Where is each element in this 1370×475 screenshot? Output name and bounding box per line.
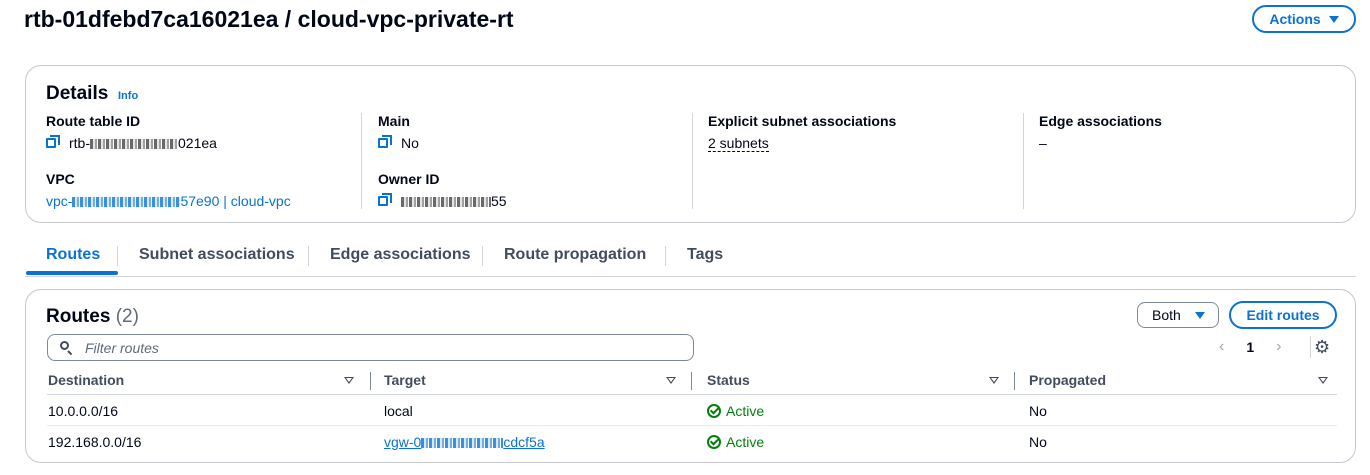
column-divider bbox=[692, 113, 693, 209]
column-header-status[interactable]: Status bbox=[707, 372, 750, 388]
details-col-4: Edge associations – bbox=[1039, 113, 1162, 151]
column-header-target[interactable]: Target bbox=[384, 372, 426, 388]
routes-count: (2) bbox=[115, 306, 139, 327]
tab-divider bbox=[117, 246, 118, 266]
main-value: No bbox=[378, 135, 507, 151]
target-link[interactable]: vgw-0 cdcf5a bbox=[384, 434, 545, 450]
table-header: Destination Target Status Propagated bbox=[47, 370, 1337, 395]
edit-routes-button[interactable]: Edit routes bbox=[1229, 301, 1337, 329]
tab-divider bbox=[308, 246, 309, 266]
routes-panel: Routes (2) Both Edit routes ‹ 1 › ⚙ Dest… bbox=[25, 289, 1356, 463]
copy-icon[interactable] bbox=[378, 193, 394, 209]
column-header-propagated[interactable]: Propagated bbox=[1029, 372, 1106, 388]
edge-associations-label: Edge associations bbox=[1039, 113, 1162, 129]
details-col-3: Explicit subnet associations 2 subnets bbox=[708, 113, 896, 152]
tab-edge-associations[interactable]: Edge associations bbox=[330, 246, 471, 264]
tab-route-propagation[interactable]: Route propagation bbox=[504, 246, 646, 264]
redacted-text bbox=[72, 197, 181, 208]
target-cell: local bbox=[384, 403, 413, 419]
routes-heading: Routes (2) bbox=[46, 306, 139, 327]
tab-divider bbox=[482, 246, 483, 266]
tab-routes[interactable]: Routes bbox=[46, 246, 100, 264]
sort-icon[interactable] bbox=[666, 377, 676, 384]
column-header-destination[interactable]: Destination bbox=[48, 372, 124, 388]
search-icon bbox=[60, 341, 73, 354]
column-resizer[interactable] bbox=[691, 372, 692, 390]
vpc-link[interactable]: vpc- 57e90 | cloud-vpc bbox=[46, 193, 291, 209]
vpc-label: VPC bbox=[46, 171, 75, 187]
edge-associations-value: – bbox=[1039, 135, 1047, 151]
status-cell: Active bbox=[707, 434, 764, 450]
status-check-icon bbox=[707, 404, 721, 418]
propagated-cell: No bbox=[1029, 403, 1047, 419]
caret-down-icon bbox=[1328, 15, 1339, 23]
owner-id-value: 55 bbox=[378, 193, 507, 209]
redacted-text bbox=[421, 438, 504, 449]
caret-down-icon bbox=[1194, 311, 1205, 319]
propagated-cell: No bbox=[1029, 434, 1047, 450]
sort-icon[interactable] bbox=[989, 377, 999, 384]
actions-label: Actions bbox=[1269, 11, 1321, 27]
tab-tags[interactable]: Tags bbox=[687, 246, 723, 264]
tab-divider bbox=[665, 246, 666, 266]
details-heading: Details bbox=[46, 83, 109, 104]
explicit-subnet-label: Explicit subnet associations bbox=[708, 113, 897, 129]
chevron-right-icon[interactable]: › bbox=[1276, 338, 1281, 356]
route-table-id-label: Route table ID bbox=[46, 113, 141, 129]
tab-subnet-associations[interactable]: Subnet associations bbox=[139, 246, 295, 264]
route-filter-select-value: Both bbox=[1152, 307, 1181, 323]
details-col-2: Main No Owner ID 55 bbox=[378, 113, 507, 209]
owner-id-label: Owner ID bbox=[378, 171, 440, 187]
main-label: Main bbox=[378, 113, 410, 129]
column-divider bbox=[361, 113, 362, 209]
column-resizer[interactable] bbox=[1014, 372, 1015, 390]
explicit-subnet-value[interactable]: 2 subnets bbox=[708, 135, 769, 152]
redacted-text bbox=[401, 197, 491, 208]
copy-icon[interactable] bbox=[378, 135, 394, 151]
pagination: ‹ 1 › bbox=[1219, 338, 1281, 356]
page-title: rtb-01dfebd7ca16021ea / cloud-vpc-privat… bbox=[24, 6, 514, 32]
details-col-1: Route table ID rtb- 021ea VPC vpc- 57e90 |… bbox=[46, 113, 291, 209]
page-number[interactable]: 1 bbox=[1246, 339, 1254, 355]
status-check-icon bbox=[707, 435, 721, 449]
chevron-left-icon[interactable]: ‹ bbox=[1219, 338, 1224, 356]
destination-cell: 10.0.0.0/16 bbox=[48, 403, 119, 419]
active-tab-indicator bbox=[26, 271, 118, 275]
copy-icon[interactable] bbox=[46, 135, 62, 151]
pager-divider bbox=[1310, 336, 1311, 358]
status-cell: Active bbox=[707, 403, 764, 419]
destination-cell: 192.168.0.0/16 bbox=[48, 434, 142, 450]
details-panel: Details Info Route table ID rtb- 021ea VP… bbox=[25, 65, 1356, 223]
info-link[interactable]: Info bbox=[118, 90, 138, 102]
column-resizer[interactable] bbox=[370, 372, 371, 390]
filter-routes-field bbox=[47, 334, 694, 361]
table-row: 192.168.0.0/16 vgw-0 cdcf5a Active No bbox=[47, 426, 1337, 456]
filter-routes-input[interactable] bbox=[83, 338, 647, 357]
sort-icon[interactable] bbox=[344, 377, 354, 384]
actions-button[interactable]: Actions bbox=[1252, 5, 1356, 33]
route-filter-select[interactable]: Both bbox=[1137, 302, 1219, 328]
gear-icon[interactable]: ⚙ bbox=[1314, 337, 1330, 358]
column-divider bbox=[1023, 113, 1024, 209]
sort-icon[interactable] bbox=[1318, 377, 1328, 384]
table-row: 10.0.0.0/16 local Active No bbox=[47, 395, 1337, 426]
tab-bar: Routes Subnet associations Edge associat… bbox=[25, 242, 1356, 277]
route-table-id-value: rtb- 021ea bbox=[46, 135, 291, 151]
redacted-text bbox=[90, 139, 178, 150]
